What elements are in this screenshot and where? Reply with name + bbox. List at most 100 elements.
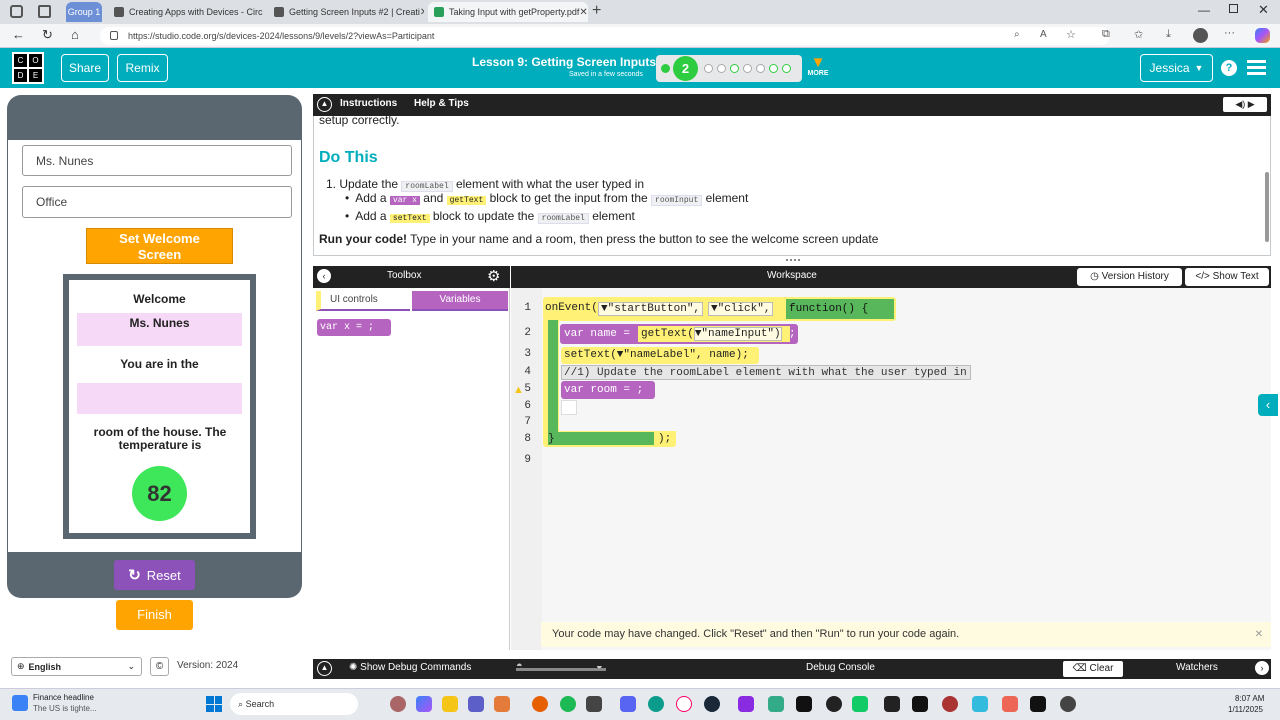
file-explorer-icon[interactable] <box>442 696 458 712</box>
taskbar-search[interactable]: ⌕ Search <box>230 693 358 715</box>
instructions-scrollbar[interactable] <box>1265 172 1269 242</box>
app-icon[interactable] <box>586 696 602 712</box>
edge-icon[interactable] <box>648 696 664 712</box>
zoom-icon[interactable]: ⌕ <box>1014 29 1020 40</box>
app-icon[interactable] <box>972 696 988 712</box>
tab-help-tips[interactable]: Help & Tips <box>414 98 469 109</box>
expand-watchers-icon[interactable]: › <box>1255 661 1269 675</box>
tab-taking-input-pdf[interactable]: Taking Input with getProperty.pdf ✕ <box>428 2 588 22</box>
app-icon[interactable] <box>768 696 784 712</box>
gear-icon[interactable]: ⚙ <box>487 267 500 285</box>
level-bubble[interactable] <box>782 64 791 73</box>
level-bubble[interactable] <box>743 64 752 73</box>
home-icon[interactable]: ⌂ <box>71 27 79 42</box>
show-text-button[interactable]: </> Show Text <box>1185 268 1269 286</box>
level-bubble[interactable] <box>756 64 765 73</box>
code-logo[interactable]: C O D E <box>12 52 44 84</box>
empty-slot[interactable] <box>561 400 577 415</box>
level-bubble-done[interactable] <box>661 64 670 73</box>
more-menu-icon[interactable]: ··· <box>1224 27 1235 39</box>
close-icon[interactable]: ✕ <box>579 7 587 18</box>
event-type-dropdown[interactable]: ▼"click", <box>708 302 774 316</box>
new-tab-button[interactable]: + <box>592 2 601 20</box>
tab-creating-apps[interactable]: Creating Apps with Devices - Circ✕ <box>108 2 264 22</box>
level-bubble[interactable] <box>717 64 726 73</box>
favorites-bar-icon[interactable]: ✩ <box>1134 28 1143 41</box>
copilot-icon[interactable] <box>1255 28 1270 43</box>
level-bubble[interactable] <box>730 64 739 73</box>
firefox-icon[interactable] <box>532 696 548 712</box>
hamburger-menu-icon[interactable] <box>1247 60 1266 75</box>
more-levels-button[interactable]: ▼ MORE <box>807 55 829 77</box>
app-icon[interactable] <box>1060 696 1076 712</box>
remix-button[interactable]: Remix <box>117 54 168 82</box>
warning-triangle-icon[interactable]: ▲ <box>513 384 524 396</box>
input-id-dropdown[interactable]: ▼"nameInput") <box>693 327 782 341</box>
collapse-debug-icon[interactable]: ▲ <box>317 661 332 676</box>
help-button[interactable]: ? <box>1221 60 1237 76</box>
level-bubble-current[interactable]: 2 <box>673 56 698 81</box>
app-icon[interactable] <box>942 696 958 712</box>
profile-avatar[interactable] <box>1193 28 1208 43</box>
steam-icon[interactable] <box>704 696 720 712</box>
tab-ui-controls[interactable]: UI controls <box>316 291 410 311</box>
url-field[interactable]: https://studio.code.org/s/devices-2024/l… <box>100 27 1110 45</box>
start-windows-icon[interactable] <box>206 696 222 712</box>
clear-button[interactable]: ⌫ Clear <box>1063 661 1123 677</box>
back-icon[interactable]: ← <box>12 27 25 42</box>
reset-button[interactable]: ↻ Reset <box>114 560 195 590</box>
version-history-button[interactable]: ◷ Version History <box>1077 268 1182 286</box>
copilot-app-icon[interactable] <box>390 696 406 712</box>
room-input[interactable]: Office <box>22 186 292 218</box>
function-block[interactable]: function() { <box>786 299 894 319</box>
close-icon[interactable]: ✕ <box>263 7 264 18</box>
favorite-icon[interactable]: ☆ <box>1066 28 1076 41</box>
settext-block[interactable]: setText(▼"nameLabel", name); <box>561 347 759 364</box>
name-input[interactable]: Ms. Nunes <box>22 145 292 176</box>
spotify-icon[interactable] <box>560 696 576 712</box>
speed-slider[interactable] <box>516 668 606 671</box>
copyright-icon[interactable]: © <box>150 657 169 676</box>
app-icon[interactable] <box>1030 696 1046 712</box>
level-bubble[interactable] <box>704 64 713 73</box>
side-panel-toggle[interactable]: ‹ <box>1258 394 1278 416</box>
refresh-icon[interactable]: ↻ <box>42 27 53 43</box>
close-icon[interactable]: ✕ <box>420 7 424 18</box>
comment-block[interactable]: //1) Update the roomLabel element with w… <box>561 365 971 380</box>
set-welcome-screen-button[interactable]: Set Welcome Screen <box>86 228 233 264</box>
system-time[interactable]: 8:07 AM <box>1235 694 1264 703</box>
app-icon[interactable] <box>826 696 842 712</box>
tab-group-label[interactable]: Group 1 <box>66 2 102 22</box>
function-close-block[interactable] <box>548 432 654 445</box>
app-icon[interactable] <box>494 696 510 712</box>
tab-instructions[interactable]: Instructions <box>340 98 397 109</box>
tab-getting-screen-inputs[interactable]: Getting Screen Inputs #2 | Creati✕ <box>268 2 424 22</box>
user-menu-button[interactable]: Jessica ▼ <box>1140 54 1213 82</box>
show-debug-commands-button[interactable]: ✺ Show Debug Commands <box>349 662 471 673</box>
close-icon[interactable]: ✕ <box>1255 622 1263 647</box>
read-aloud-icon[interactable]: A <box>1040 29 1047 40</box>
teams-icon[interactable] <box>468 696 484 712</box>
collapse-icon[interactable]: ▲ <box>317 97 332 112</box>
workspaces-icon[interactable] <box>10 5 23 18</box>
app-icon[interactable] <box>796 696 812 712</box>
share-button[interactable]: Share <box>61 54 109 82</box>
downloads-icon[interactable]: ⤓ <box>1166 28 1171 41</box>
discord-icon[interactable] <box>620 696 636 712</box>
finish-button[interactable]: Finish <box>116 600 193 630</box>
gettext-block[interactable]: getText(▼"nameInput") <box>638 326 790 342</box>
level-bubble[interactable] <box>769 64 778 73</box>
maximize-button[interactable] <box>1229 4 1238 13</box>
app-icon[interactable] <box>1002 696 1018 712</box>
app-icon[interactable] <box>738 696 754 712</box>
language-select[interactable]: ⊕ English ⌄ <box>11 657 142 676</box>
news-widget[interactable]: Finance headline The US is tighte... <box>12 692 122 716</box>
minimize-button[interactable]: — <box>1198 3 1210 17</box>
system-date[interactable]: 1/11/2025 <box>1228 705 1263 714</box>
collapse-toolbox-icon[interactable]: ‹ <box>317 269 331 283</box>
itunes-icon[interactable] <box>676 696 692 712</box>
extensions-icon[interactable]: ⧉ <box>1102 28 1110 41</box>
app-icon[interactable] <box>884 696 900 712</box>
app-icon[interactable] <box>852 696 868 712</box>
audio-controls[interactable]: ◀) ▶ <box>1223 97 1267 112</box>
